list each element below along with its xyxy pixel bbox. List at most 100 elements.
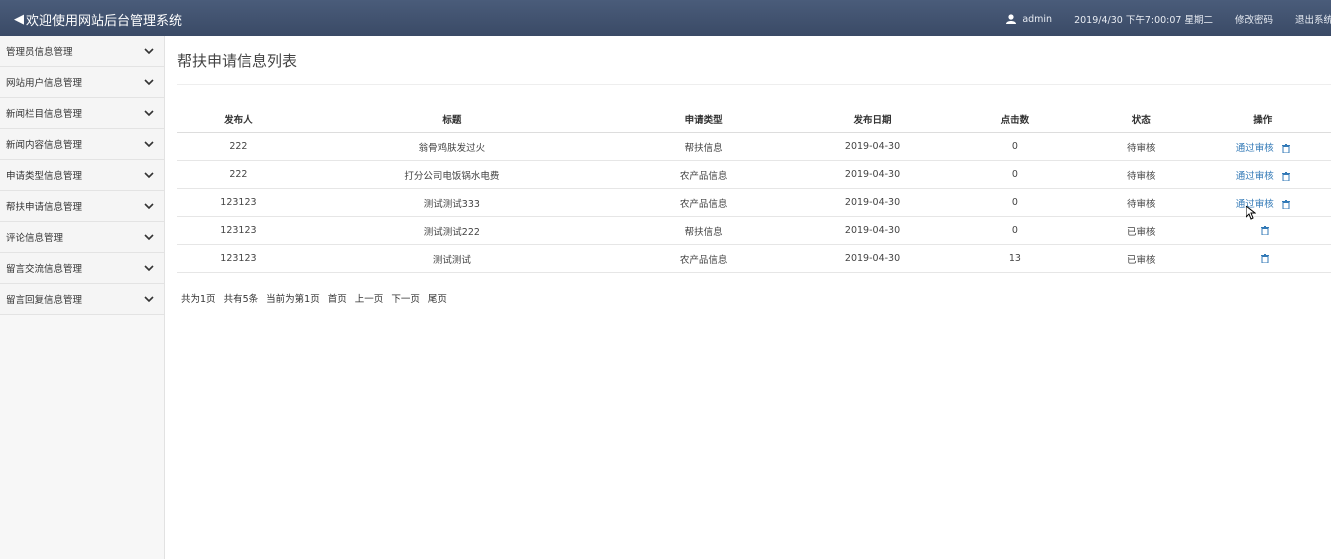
column-header: 发布人 [177, 106, 300, 133]
cell-status: 已审核 [1087, 216, 1195, 245]
brand: ◀ 欢迎使用网站后台管理系统 [14, 10, 182, 29]
sidebar-item-help-apply[interactable]: 帮扶申请信息管理 [0, 191, 164, 222]
sidebar-item-label: 评论信息管理 [6, 233, 64, 244]
sidebar-item-label: 留言交流信息管理 [6, 264, 83, 275]
cell-type: 农产品信息 [603, 160, 804, 189]
cell-title: 测试测试333 [299, 188, 604, 217]
username: admin [1022, 13, 1053, 25]
page-title: 帮扶申请信息列表 [177, 52, 298, 70]
cell-type: 帮扶信息 [603, 132, 804, 161]
send-icon: ◀ [14, 12, 24, 27]
cell-clicks: 13 [941, 244, 1088, 273]
first-page-link[interactable]: 首页 [328, 294, 347, 305]
table-row: 123123 测试测试222 帮扶信息 2019-04-30 0 已审核 [177, 216, 1331, 245]
cell-publisher: 123123 [177, 216, 300, 245]
cell-publisher: 123123 [177, 188, 300, 217]
top-bar: ◀ 欢迎使用网站后台管理系统 admin 2019/4/30 下午7:00:07… [0, 0, 1331, 36]
sidebar-item-label: 新闻栏目信息管理 [6, 109, 83, 120]
table-row: 123123 测试测试333 农产品信息 2019-04-30 0 待审核 通过… [177, 188, 1331, 217]
cell-actions [1194, 244, 1331, 273]
column-header: 操作 [1194, 106, 1331, 133]
column-header: 状态 [1087, 106, 1195, 133]
cell-clicks: 0 [941, 188, 1088, 217]
cell-type: 帮扶信息 [603, 216, 804, 245]
cell-publisher: 123123 [177, 244, 300, 273]
chevron-down-icon [144, 265, 154, 272]
cell-date: 2019-04-30 [803, 244, 942, 273]
trash-icon[interactable] [1261, 254, 1270, 263]
column-header: 点击数 [941, 106, 1088, 133]
sidebar-item-label: 网站用户信息管理 [6, 78, 83, 89]
main-content: 帮扶申请信息列表 发布人 标题 申请类型 发布日期 点击数 状态 操作 222 … [165, 36, 1331, 559]
sidebar: 管理员信息管理 网站用户信息管理 新闻栏目信息管理 新闻内容信息管理 申请类型信… [0, 36, 165, 559]
cell-title: 测试测试222 [299, 216, 604, 245]
trash-icon[interactable] [1281, 171, 1290, 181]
sidebar-item-news-columns[interactable]: 新闻栏目信息管理 [0, 98, 164, 129]
cell-actions: 通过审核 [1194, 160, 1331, 189]
cell-status: 待审核 [1087, 188, 1195, 217]
cell-title: 测试测试 [299, 244, 604, 273]
chevron-down-icon [144, 296, 154, 303]
chevron-down-icon [144, 48, 154, 55]
cell-date: 2019-04-30 [803, 188, 942, 217]
sidebar-item-label: 帮扶申请信息管理 [6, 202, 83, 213]
cell-date: 2019-04-30 [803, 216, 942, 245]
trash-icon[interactable] [1281, 143, 1290, 153]
cell-clicks: 0 [941, 216, 1088, 245]
sidebar-item-comments[interactable]: 评论信息管理 [0, 222, 164, 253]
cell-publisher: 222 [177, 160, 300, 189]
pagination: 共为1页 共有5条 当前为第1页 首页 上一页 下一页 尾页 [181, 291, 452, 305]
cell-date: 2019-04-30 [803, 132, 942, 161]
user-icon [1006, 14, 1017, 24]
cell-actions [1194, 216, 1331, 245]
pagination-total-pages: 共为1页 [181, 294, 216, 305]
table-row: 123123 测试测试 农产品信息 2019-04-30 13 已审核 [177, 244, 1331, 273]
cell-clicks: 0 [941, 132, 1088, 161]
sidebar-item-messages[interactable]: 留言交流信息管理 [0, 253, 164, 284]
sidebar-item-replies[interactable]: 留言回复信息管理 [0, 284, 164, 315]
cell-status: 待审核 [1087, 132, 1195, 161]
data-table: 发布人 标题 申请类型 发布日期 点击数 状态 操作 222 翁骨鸡肤发过火 帮… [177, 106, 1331, 273]
sidebar-item-label: 留言回复信息管理 [6, 295, 83, 306]
trash-icon[interactable] [1261, 226, 1270, 235]
approve-link[interactable]: 通过审核 [1236, 143, 1274, 154]
chevron-down-icon [144, 79, 154, 86]
sidebar-item-news-content[interactable]: 新闻内容信息管理 [0, 129, 164, 160]
column-header: 申请类型 [603, 106, 804, 133]
next-page-link[interactable]: 下一页 [391, 294, 420, 305]
approve-link[interactable]: 通过审核 [1236, 171, 1274, 182]
column-header: 发布日期 [803, 106, 942, 133]
cell-clicks: 0 [941, 160, 1088, 189]
header-right: admin 2019/4/30 下午7:00:07 星期二 修改密码 退出系统 [1006, 12, 1331, 26]
prev-page-link[interactable]: 上一页 [355, 294, 384, 305]
sidebar-item-site-users[interactable]: 网站用户信息管理 [0, 67, 164, 98]
logout-link[interactable]: 退出系统 [1295, 12, 1331, 26]
trash-icon[interactable] [1281, 199, 1290, 209]
pagination-current: 当前为第1页 [266, 294, 320, 305]
chevron-down-icon [144, 172, 154, 179]
app-title: 欢迎使用网站后台管理系统 [26, 14, 183, 29]
cell-type: 农产品信息 [603, 188, 804, 217]
column-header: 标题 [299, 106, 604, 133]
cell-title: 打分公司电饭锅水电费 [299, 160, 604, 189]
cell-actions: 通过审核 [1194, 132, 1331, 161]
table-row: 222 打分公司电饭锅水电费 农产品信息 2019-04-30 0 待审核 通过… [177, 160, 1331, 189]
change-password-link[interactable]: 修改密码 [1235, 12, 1273, 26]
sidebar-item-label: 申请类型信息管理 [6, 171, 83, 182]
datetime: 2019/4/30 下午7:00:07 星期二 [1074, 15, 1213, 26]
table-header-row: 发布人 标题 申请类型 发布日期 点击数 状态 操作 [177, 106, 1331, 133]
divider [177, 84, 1331, 85]
cell-actions: 通过审核 [1194, 188, 1331, 217]
last-page-link[interactable]: 尾页 [428, 294, 447, 305]
cell-title: 翁骨鸡肤发过火 [299, 132, 604, 161]
cell-type: 农产品信息 [603, 244, 804, 273]
chevron-down-icon [144, 110, 154, 117]
chevron-down-icon [144, 141, 154, 148]
cell-date: 2019-04-30 [803, 160, 942, 189]
sidebar-item-apply-types[interactable]: 申请类型信息管理 [0, 160, 164, 191]
table-row: 222 翁骨鸡肤发过火 帮扶信息 2019-04-30 0 待审核 通过审核 [177, 132, 1331, 161]
chevron-down-icon [144, 234, 154, 241]
sidebar-item-admin[interactable]: 管理员信息管理 [0, 36, 164, 67]
sidebar-item-label: 管理员信息管理 [6, 47, 73, 58]
user-info: admin [1006, 14, 1052, 25]
